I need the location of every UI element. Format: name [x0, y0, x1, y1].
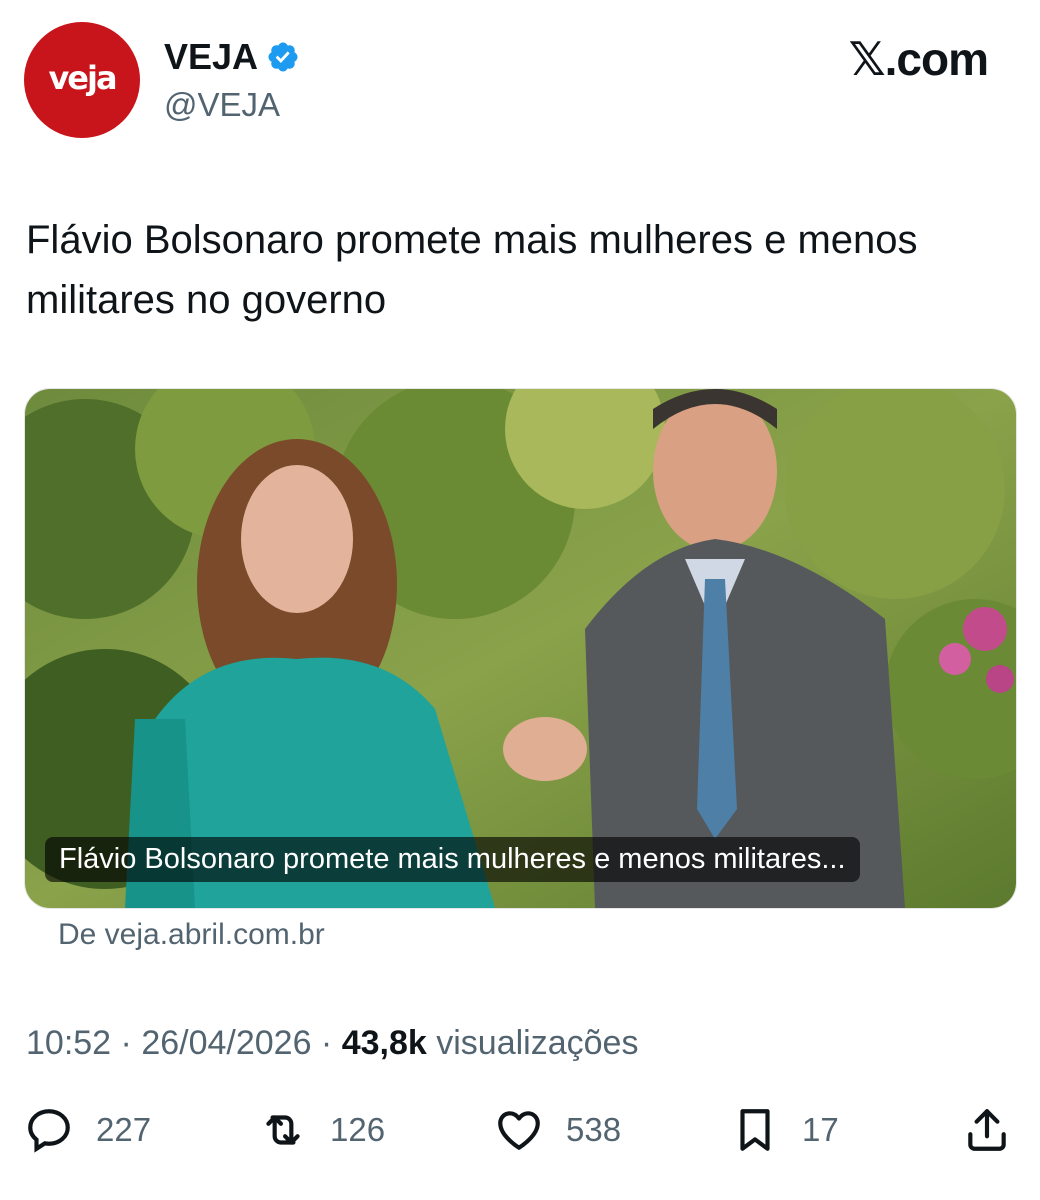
heart-icon: [498, 1111, 540, 1150]
tweet-time[interactable]: 10:52: [26, 1024, 111, 1062]
repost-button[interactable]: 126: [258, 1105, 385, 1155]
repost-icon: [266, 1115, 300, 1145]
link-card-caption: Flávio Bolsonaro promete mais mulheres e…: [45, 837, 860, 882]
share-icon: [968, 1109, 1006, 1151]
share-button[interactable]: [962, 1105, 1012, 1155]
article-photo: [25, 389, 1016, 908]
display-name-row[interactable]: VEJA: [164, 36, 300, 78]
reply-button[interactable]: 227: [24, 1105, 151, 1155]
repost-count: 126: [330, 1111, 386, 1148]
veja-logo: veja: [48, 59, 117, 97]
bookmark-button[interactable]: 17: [730, 1105, 839, 1155]
bookmark-icon: [740, 1109, 770, 1151]
account-handle[interactable]: @VEJA: [164, 86, 280, 124]
views-label: visualizações: [426, 1024, 639, 1062]
tweet-meta: 10:52 · 26/04/2026 · 43,8k visualizações: [26, 1024, 638, 1063]
verified-badge-icon: [268, 42, 298, 72]
meta-separator: ·: [111, 1024, 142, 1062]
reply-icon: [28, 1109, 70, 1153]
views-count: 43,8k: [341, 1024, 427, 1062]
tweet-date[interactable]: 26/04/2026: [141, 1024, 311, 1062]
avatar[interactable]: veja: [24, 22, 140, 138]
link-preview-card[interactable]: Flávio Bolsonaro promete mais mulheres e…: [24, 388, 1017, 909]
meta-separator: ·: [311, 1024, 342, 1062]
bookmark-count: 17: [802, 1111, 839, 1148]
like-button[interactable]: 538: [494, 1105, 621, 1155]
like-count: 538: [566, 1111, 622, 1148]
reply-count: 227: [96, 1111, 152, 1148]
tweet-text: Flávio Bolsonaro promete mais mulheres e…: [26, 218, 918, 322]
display-name[interactable]: VEJA: [164, 36, 258, 78]
link-card-source[interactable]: De veja.abril.com.br: [58, 918, 325, 952]
tweet-action-bar: 227 126 538 17: [0, 1105, 1040, 1175]
x-site-logo: 𝕏.com: [848, 33, 989, 85]
